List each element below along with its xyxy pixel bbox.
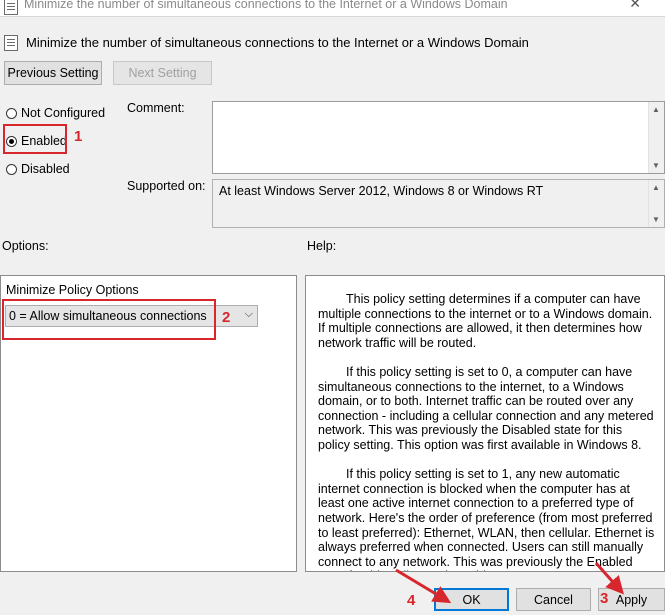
annotation-arrows (395, 562, 624, 604)
arrow-to-apply (594, 562, 624, 595)
arrow-to-ok (395, 568, 452, 604)
